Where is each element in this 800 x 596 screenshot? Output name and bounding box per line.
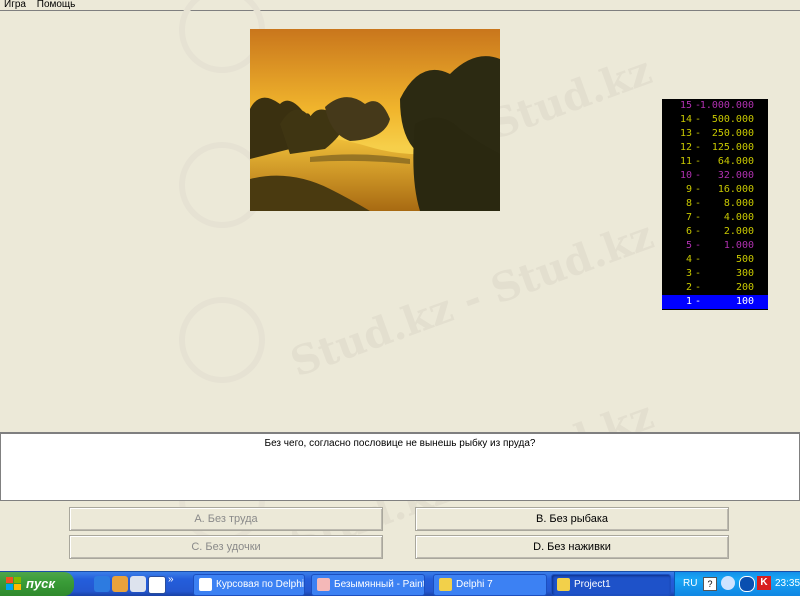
- prize-level-number: 6: [685, 226, 692, 237]
- prize-separator: -: [695, 296, 702, 307]
- prize-level-13: 13-250.000: [662, 127, 768, 141]
- prize-level-7: 7- 4.000: [662, 211, 768, 225]
- prize-separator: -: [695, 114, 702, 125]
- question-panel: Без чего, согласно пословице не вынешь р…: [0, 432, 800, 501]
- prize-level-3: 3- 300: [662, 267, 768, 281]
- prize-amount: 200: [735, 282, 754, 293]
- prize-amount: 100: [735, 296, 754, 307]
- prize-amount: 2.000: [723, 226, 754, 237]
- question-text: Без чего, согласно пословице не вынешь р…: [264, 438, 536, 449]
- paint-icon: [317, 578, 330, 591]
- prize-separator: -: [695, 198, 702, 209]
- system-tray: RU ? K 23:35: [674, 572, 800, 596]
- menu-bar: Игра Помощь: [0, 0, 800, 11]
- watermark-text-2: Stud.kz - Stud.kz: [284, 212, 659, 387]
- taskbar-button-delphi[interactable]: Delphi 7: [433, 574, 547, 596]
- prize-level-14: 14-500.000: [662, 113, 768, 127]
- prize-amount: 64.000: [717, 156, 754, 167]
- prize-level-8: 8- 8.000: [662, 197, 768, 211]
- prize-level-1: 1- 100: [662, 295, 768, 309]
- prize-separator: -: [695, 170, 702, 181]
- help-icon[interactable]: ?: [703, 577, 717, 591]
- prize-level-number: 13: [679, 128, 692, 139]
- prize-amount: 500: [735, 254, 754, 265]
- prize-level-number: 4: [685, 254, 692, 265]
- prize-level-12: 12-125.000: [662, 141, 768, 155]
- prize-separator: -: [695, 184, 702, 195]
- prize-amount: 1.000: [723, 240, 754, 251]
- prize-level-10: 10- 32.000: [662, 169, 768, 183]
- prize-amount: 16.000: [717, 184, 754, 195]
- prize-separator: -: [695, 128, 702, 139]
- question-picture: [250, 29, 500, 211]
- delphi-project-icon: [557, 578, 570, 591]
- prize-amount: 4.000: [723, 212, 754, 223]
- prize-separator: -: [695, 254, 702, 265]
- prize-level-number: 10: [679, 170, 692, 181]
- prize-level-number: 14: [679, 114, 692, 125]
- prize-level-11: 11- 64.000: [662, 155, 768, 169]
- prize-level-number: 3: [685, 268, 692, 279]
- prize-level-5: 5- 1.000: [662, 239, 768, 253]
- prize-level-number: 5: [685, 240, 692, 251]
- prize-amount: 250.000: [711, 128, 754, 139]
- prize-level-9: 9- 16.000: [662, 183, 768, 197]
- taskbar-button-kursovaya[interactable]: Курсовая по Delphi ...: [193, 574, 305, 596]
- media-icon[interactable]: [112, 576, 128, 592]
- prize-level-15: 15-1.000.000: [662, 99, 768, 113]
- taskbar-button-paint[interactable]: Безымянный - Paint: [311, 574, 425, 596]
- taskbar: пуск » Курсовая по Delphi ... Безымянный…: [0, 571, 800, 596]
- answer-d-button[interactable]: D. Без наживки: [415, 535, 729, 559]
- network-icon[interactable]: [721, 576, 735, 590]
- word-icon[interactable]: [148, 576, 166, 594]
- language-indicator[interactable]: RU: [683, 572, 697, 596]
- answer-b-button[interactable]: B. Без рыбака: [415, 507, 729, 531]
- prize-level-number: 8: [685, 198, 692, 209]
- prize-separator: -: [695, 282, 702, 293]
- prize-level-number: 15: [679, 100, 692, 111]
- prize-level-6: 6- 2.000: [662, 225, 768, 239]
- prize-level-number: 9: [685, 184, 692, 195]
- prize-amount: 8.000: [723, 198, 754, 209]
- prize-amount: 500.000: [711, 114, 754, 125]
- clock: 23:35: [775, 578, 800, 589]
- ie-icon[interactable]: [94, 576, 110, 592]
- prize-level-4: 4- 500: [662, 253, 768, 267]
- antivirus-icon[interactable]: K: [757, 576, 771, 590]
- prize-level-number: 12: [679, 142, 692, 153]
- prize-separator: -: [695, 212, 702, 223]
- prize-level-number: 7: [685, 212, 692, 223]
- answer-c-button[interactable]: C. Без удочки: [69, 535, 383, 559]
- prize-level-number: 2: [685, 282, 692, 293]
- start-button[interactable]: пуск: [0, 572, 74, 596]
- prize-ladder: 15-1.000.000 14-500.000 13-250.000 12-125.0…: [662, 99, 768, 310]
- menu-game[interactable]: Игра: [0, 0, 30, 10]
- prize-level-number: 11: [679, 156, 692, 167]
- delphi-icon: [439, 578, 452, 591]
- prize-amount: 1.000.000: [699, 100, 754, 111]
- arrow-icon[interactable]: [739, 576, 755, 592]
- prize-separator: -: [695, 268, 702, 279]
- prize-separator: -: [695, 156, 702, 167]
- prize-separator: -: [695, 240, 702, 251]
- start-label: пуск: [26, 576, 55, 591]
- chevron-more-icon[interactable]: »: [168, 574, 174, 585]
- word-doc-icon: [199, 578, 212, 591]
- menu-help[interactable]: Помощь: [33, 0, 80, 10]
- prize-separator: -: [695, 226, 702, 237]
- player-icon[interactable]: [130, 576, 146, 592]
- windows-flag-icon: [6, 577, 21, 590]
- prize-separator: -: [695, 142, 702, 153]
- prize-level-number: 1: [685, 296, 692, 307]
- prize-amount: 300: [735, 268, 754, 279]
- taskbar-button-project1[interactable]: Project1: [551, 574, 671, 596]
- prize-amount: 32.000: [717, 170, 754, 181]
- prize-amount: 125.000: [711, 142, 754, 153]
- answer-a-button[interactable]: A. Без труда: [69, 507, 383, 531]
- prize-level-2: 2- 200: [662, 281, 768, 295]
